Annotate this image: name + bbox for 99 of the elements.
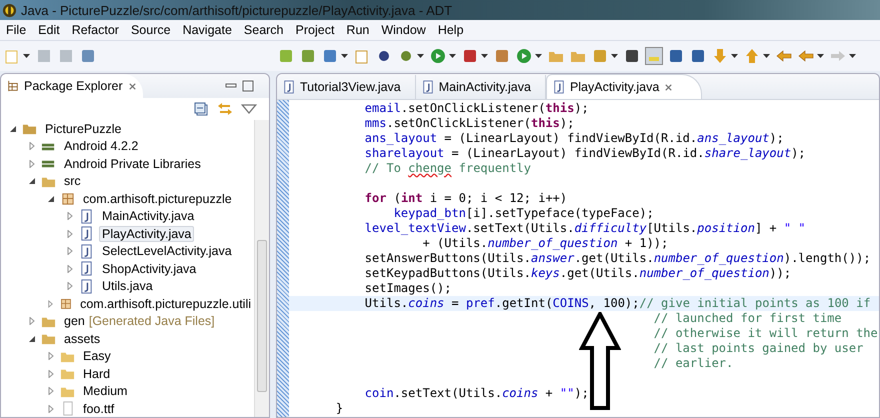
code-line: setImages(); <box>364 281 452 295</box>
editor-tab[interactable]: PlayActivity.java <box>546 74 702 99</box>
code-line: // launched for first time <box>652 311 842 325</box>
code-line: ans_layout = (LinearLayout) findViewById(R.id.ans_layout); <box>364 131 784 145</box>
dropdown-caret-icon[interactable] <box>481 54 488 58</box>
dropdown-caret-icon[interactable] <box>417 54 424 58</box>
menu-item[interactable]: Navigate <box>176 23 238 37</box>
dropdown-caret-icon[interactable] <box>817 54 824 58</box>
tree-item[interactable]: Hard <box>80 366 114 382</box>
collapsed-arrow-icon[interactable] <box>47 300 54 308</box>
code-line: // earlier. <box>652 356 734 370</box>
dropdown-caret-icon[interactable] <box>535 54 542 58</box>
menu-item[interactable]: Refactor <box>66 23 125 37</box>
code-line: + (Utils.number_of_question + 1)); <box>422 236 668 250</box>
code-line: email.setOnClickListener(this); <box>364 101 589 115</box>
collapsed-arrow-icon[interactable] <box>66 247 74 256</box>
expanded-arrow-icon[interactable] <box>47 194 55 203</box>
tree-item[interactable]: com.arthisoft.picturepuzzle.utili <box>77 296 254 312</box>
tree-item[interactable]: src <box>61 173 84 190</box>
collapsed-arrow-icon[interactable] <box>66 212 74 220</box>
code-line: Utils.coins = pref.getInt(COINS, 100);// give initial points as 100 if <box>364 296 871 310</box>
view-tab[interactable]: Package Explorer <box>1 74 143 98</box>
window-title: Java - PicturePuzzle/src/com/arthisoft/picturepuzzle/PlayActivity.java - ADT <box>21 2 452 18</box>
code-line: setKeypadButtons(Utils.keys.get(Utils.number_of_question)); <box>364 266 792 280</box>
code-line: // To chenge frequently <box>364 161 531 175</box>
tree-item[interactable]: Android 4.2.2 <box>61 138 142 154</box>
menu-item[interactable]: Help <box>432 23 470 37</box>
expanded-arrow-icon[interactable] <box>9 124 17 133</box>
minimize-maximize-icon[interactable] <box>225 80 255 92</box>
collapsed-arrow-icon[interactable] <box>28 317 36 326</box>
menu-item[interactable]: Search <box>238 23 290 37</box>
app-icon <box>2 2 17 18</box>
dropdown-caret-icon[interactable] <box>763 54 770 58</box>
expanded-arrow-icon[interactable] <box>28 334 36 343</box>
editor-tab[interactable]: MainActivity.java <box>416 75 546 99</box>
menu-item[interactable]: Source <box>124 23 177 37</box>
code-line: keypad_btn[i].setTypeface(typeFace); <box>392 206 654 220</box>
collapsed-arrow-icon[interactable] <box>28 160 36 168</box>
code-line: mms.setOnClickListener(this); <box>364 116 574 130</box>
tree-item[interactable]: Easy <box>80 348 114 364</box>
collapsed-arrow-icon[interactable] <box>47 404 55 413</box>
java-file-icon <box>79 244 94 259</box>
collapsed-arrow-icon[interactable] <box>47 387 55 396</box>
collapsed-arrow-icon[interactable] <box>66 282 74 290</box>
collapsed-arrow-icon[interactable] <box>47 370 55 378</box>
tree-item[interactable]: assets <box>61 330 104 347</box>
dropdown-caret-icon[interactable] <box>23 54 30 58</box>
menu-item[interactable]: Window <box>375 23 432 37</box>
java-file-icon <box>422 80 434 94</box>
editor-tab[interactable]: Tutorial3View.java <box>277 75 416 99</box>
java-file-icon <box>552 80 565 94</box>
expanded-arrow-icon[interactable] <box>28 177 36 186</box>
tree-item[interactable]: PlayActivity.java <box>99 226 194 242</box>
collapse-all-icon[interactable] <box>193 101 209 117</box>
tree-item[interactable]: Medium <box>80 383 130 400</box>
java-file-icon <box>79 226 94 242</box>
code-line: coin.setText(Utils.coins + ""); <box>364 386 589 400</box>
code-line: } <box>334 401 344 415</box>
tree-item[interactable]: SelectLevelActivity.java <box>99 243 235 260</box>
tree-item[interactable]: Android Private Libraries <box>61 156 204 172</box>
tree-item[interactable]: MainActivity.java <box>99 208 198 224</box>
view-title: Package Explorer <box>24 79 123 93</box>
code-line: setAnswerButtons(Utils.answer.get(Utils.number_of_question).length()); <box>364 251 871 265</box>
java-file-icon <box>79 208 94 224</box>
menu-item[interactable]: File <box>0 23 32 37</box>
package-icon <box>60 191 75 206</box>
scrollbar[interactable] <box>254 120 269 417</box>
code-line: for (int i = 0; i < 12; i++) <box>364 191 568 205</box>
menu-item[interactable]: Run <box>340 23 376 37</box>
collapsed-arrow-icon[interactable] <box>66 230 74 238</box>
code-line: level_textView.setText(Utils.difficulty[Utils.position] + " " <box>364 221 806 235</box>
back-arrow-icon[interactable] <box>798 48 814 64</box>
tree-item[interactable]: com.arthisoft.picturepuzzle <box>80 190 235 207</box>
package-icon <box>58 296 72 312</box>
collapsed-arrow-icon[interactable] <box>66 264 74 273</box>
menu-item[interactable]: Edit <box>32 23 66 37</box>
dropdown-caret-icon[interactable] <box>449 54 456 58</box>
package-icon <box>7 80 19 92</box>
code-line: // otherwise it will return the <box>652 326 878 340</box>
dropdown-caret-icon[interactable] <box>849 54 856 58</box>
close-icon[interactable] <box>664 82 674 92</box>
dropdown-caret-icon[interactable] <box>611 54 618 58</box>
tree-item[interactable]: foo.ttf <box>80 400 118 417</box>
dropdown-caret-icon[interactable] <box>731 54 738 58</box>
java-file-icon <box>79 261 94 276</box>
tree-item[interactable]: ShopActivity.java <box>99 260 200 277</box>
collapsed-arrow-icon[interactable] <box>28 142 36 150</box>
java-file-icon <box>79 278 94 294</box>
menu-item[interactable]: Project <box>290 23 340 37</box>
tree-item[interactable]: gen [Generated Java Files] <box>61 313 218 330</box>
link-arrows-icon[interactable] <box>217 101 233 117</box>
code-line: // last points gained by user <box>652 341 864 355</box>
tree-item[interactable]: Utils.java <box>99 278 156 294</box>
dropdown-caret-icon[interactable] <box>341 54 348 58</box>
code-line: sharelayout = (LinearLayout) findViewById(R.id.share_layout); <box>364 146 806 160</box>
tree-item[interactable]: PicturePuzzle <box>42 120 124 137</box>
java-file-icon <box>283 80 295 94</box>
collapsed-arrow-icon[interactable] <box>47 352 55 360</box>
close-icon[interactable] <box>128 82 137 90</box>
